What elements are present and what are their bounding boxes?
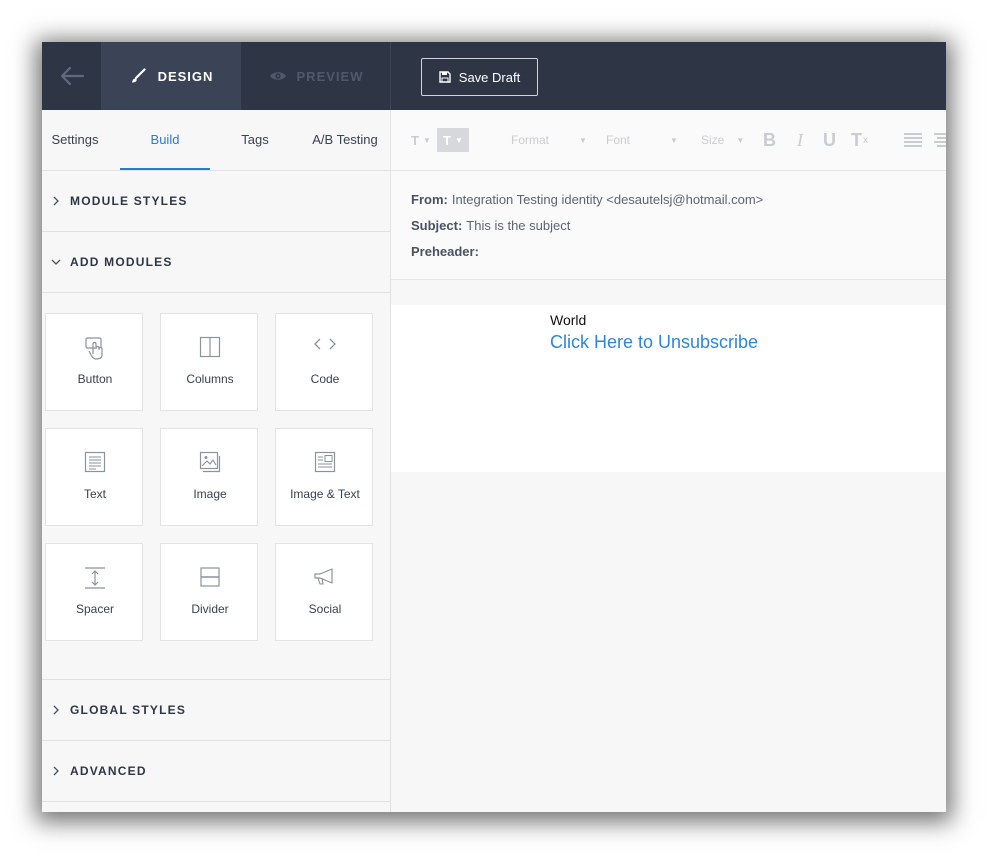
italic-button[interactable]: I <box>797 110 803 170</box>
tab-preview-label: PREVIEW <box>296 68 364 84</box>
caret-down-icon: ▼ <box>454 135 463 145</box>
module-divider-label: Divider <box>191 602 229 616</box>
sidebar: Settings Build Tags A/B Testing MODULE S… <box>42 110 391 812</box>
save-draft-label: Save Draft <box>458 69 521 85</box>
font-dropdown[interactable]: Font ▼ <box>606 110 678 170</box>
module-code[interactable]: Code <box>275 313 373 411</box>
module-divider[interactable]: Divider <box>160 543 258 641</box>
chevron-right-icon <box>42 705 70 715</box>
align-left-button[interactable] <box>904 110 922 170</box>
email-editor-window: DESIGN PREVIEW Save Draft Settings Build… <box>42 42 946 812</box>
save-draft-button[interactable]: Save Draft <box>421 58 538 96</box>
section-module-styles[interactable]: MODULE STYLES <box>42 171 390 232</box>
module-columns[interactable]: Columns <box>160 313 258 411</box>
size-label: Size <box>701 133 725 147</box>
from-label: From: <box>411 192 448 207</box>
bold-button[interactable]: B <box>763 110 776 170</box>
code-brackets-icon <box>276 336 374 362</box>
underline-button[interactable]: U <box>823 110 836 170</box>
sidebar-tabs: Settings Build Tags A/B Testing <box>42 110 390 171</box>
email-canvas: World Click Here to Unsubscribe <box>391 280 946 812</box>
pointer-hand-icon <box>46 336 144 362</box>
module-image[interactable]: Image <box>160 428 258 526</box>
text-color-dropdown[interactable]: T ▼ <box>437 110 469 170</box>
format-label: Format <box>511 133 550 147</box>
tab-tags[interactable]: Tags <box>220 110 290 170</box>
chevron-right-icon <box>42 196 70 206</box>
top-bar: DESIGN PREVIEW Save Draft <box>42 42 946 110</box>
chevron-right-icon <box>42 766 70 776</box>
module-spacer[interactable]: Spacer <box>45 543 143 641</box>
subject-label: Subject: <box>411 218 463 233</box>
tab-settings[interactable]: Settings <box>42 110 108 170</box>
email-header: From: Integration Testing identity <desau… <box>391 171 946 280</box>
back-button[interactable] <box>42 42 102 110</box>
image-icon <box>161 451 259 477</box>
text-style-dropdown[interactable]: T ▼ <box>411 110 431 170</box>
unsubscribe-link[interactable]: Click Here to Unsubscribe <box>550 332 758 353</box>
size-dropdown[interactable]: Size ▼ <box>701 110 744 170</box>
section-global-styles[interactable]: GLOBAL STYLES <box>42 679 390 741</box>
from-line[interactable]: From: Integration Testing identity <desau… <box>411 192 763 207</box>
module-image-label: Image <box>193 487 227 501</box>
brush-icon <box>131 68 146 83</box>
section-add-modules-label: ADD MODULES <box>70 255 173 269</box>
subject-line[interactable]: Subject: This is the subject <box>411 218 570 233</box>
subscript-x-icon: x <box>863 134 868 146</box>
align-left-icon <box>904 133 922 147</box>
module-spacer-label: Spacer <box>75 602 115 616</box>
text-toolbar: T ▼ T ▼ Format ▼ Font ▼ Size ▼ B I U T x <box>391 110 946 171</box>
megaphone-icon <box>276 566 374 592</box>
section-advanced[interactable]: ADVANCED <box>42 741 390 802</box>
tab-ab-testing[interactable]: A/B Testing <box>304 110 386 170</box>
subject-value: This is the subject <box>466 218 571 233</box>
tab-preview[interactable]: PREVIEW <box>242 42 391 110</box>
tab-build[interactable]: Build <box>120 110 210 170</box>
module-columns-label: Columns <box>186 372 234 386</box>
clear-format-button[interactable]: T x <box>851 110 868 170</box>
tab-design-label: DESIGN <box>157 68 214 84</box>
align-center-button[interactable] <box>934 110 946 170</box>
module-image-text-label: Image & Text <box>290 487 360 501</box>
tab-design[interactable]: DESIGN <box>102 42 241 110</box>
section-global-styles-label: GLOBAL STYLES <box>70 703 187 717</box>
section-advanced-label: ADVANCED <box>70 764 147 778</box>
module-social[interactable]: Social <box>275 543 373 641</box>
module-code-label: Code <box>310 372 340 386</box>
image-text-icon <box>276 451 374 477</box>
module-button[interactable]: Button <box>45 313 143 411</box>
divider-icon <box>161 566 259 592</box>
caret-down-icon: ▼ <box>422 135 431 145</box>
module-button-label: Button <box>77 372 113 386</box>
preheader-line[interactable]: Preheader: <box>411 244 483 259</box>
caret-down-icon: ▼ <box>579 135 587 145</box>
from-value: Integration Testing identity <desautelsj… <box>451 192 764 207</box>
caret-down-icon: ▼ <box>736 135 745 145</box>
text-doc-icon <box>46 451 144 477</box>
module-image-text[interactable]: Image & Text <box>275 428 373 526</box>
eye-icon <box>269 72 286 80</box>
module-grid: Button Columns Code Text Image Image & T… <box>42 293 390 678</box>
arrow-left-icon <box>60 66 84 86</box>
chevron-down-icon <box>42 258 70 266</box>
caret-down-icon: ▼ <box>670 135 678 145</box>
module-text[interactable]: Text <box>45 428 143 526</box>
text-style-label: T <box>411 132 419 148</box>
font-label: Font <box>606 133 631 147</box>
columns-icon <box>161 336 259 362</box>
floppy-disk-icon <box>439 71 451 83</box>
format-dropdown[interactable]: Format ▼ <box>511 110 587 170</box>
clear-format-label: T <box>851 129 862 150</box>
email-content-block[interactable]: World Click Here to Unsubscribe <box>391 305 946 472</box>
content-text[interactable]: World <box>550 312 586 328</box>
preheader-label: Preheader: <box>411 244 479 259</box>
align-center-icon <box>934 133 946 147</box>
text-color-label: T <box>443 132 451 148</box>
spacer-icon <box>46 566 144 592</box>
module-text-label: Text <box>83 487 106 501</box>
module-social-label: Social <box>308 602 342 616</box>
section-add-modules[interactable]: ADD MODULES <box>42 232 390 293</box>
section-module-styles-label: MODULE STYLES <box>70 194 188 208</box>
